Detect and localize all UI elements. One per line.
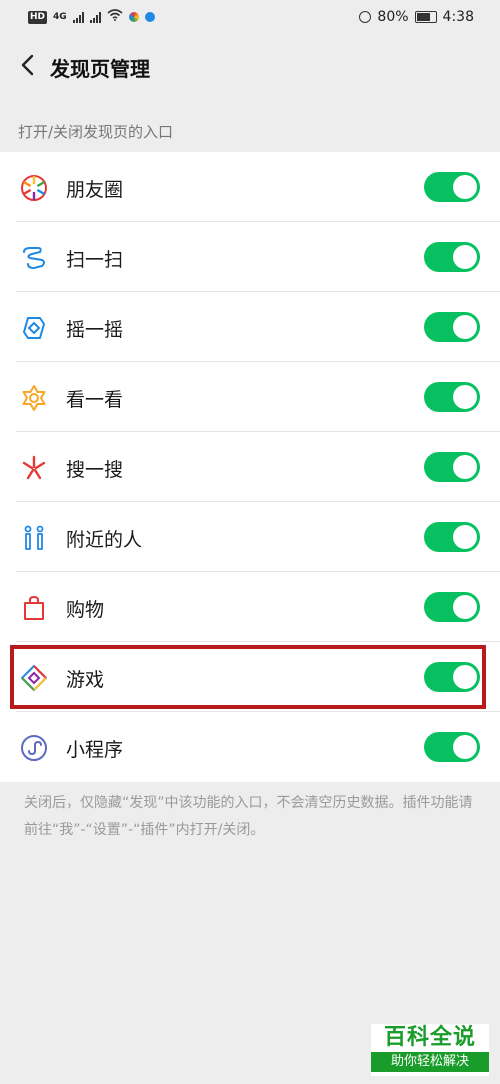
search-star-icon [20, 454, 48, 482]
signal-icon [72, 11, 84, 23]
top-stories-toggle[interactable] [424, 382, 480, 412]
highlight-box [10, 645, 486, 709]
scan-toggle[interactable] [424, 242, 480, 272]
item-label: 朋友圈 [66, 179, 124, 201]
alarm-icon [359, 11, 372, 23]
list-item-moments: 朋友圈 [0, 152, 500, 222]
wifi-icon [107, 9, 123, 25]
people-nearby-icon [20, 524, 48, 552]
hd-badge: HD [28, 10, 48, 24]
list-item-scan: 扫一扫 [0, 222, 500, 292]
watermark-subtitle: 助你轻松解决 [371, 1052, 489, 1072]
toggle-knob [453, 245, 477, 269]
item-label: 看一看 [66, 389, 124, 411]
header: 发现页管理 [0, 36, 500, 98]
chevron-left-icon [20, 54, 34, 80]
toggle-knob [453, 315, 477, 339]
network-label: 4G [53, 12, 67, 22]
browser-notification-icon [144, 12, 155, 22]
mini-programs-toggle[interactable] [424, 732, 480, 762]
search-toggle[interactable] [424, 452, 480, 482]
watermark-title: 百科全说 [383, 1025, 476, 1050]
page-title: 发现页管理 [50, 57, 150, 81]
toggle-knob [453, 385, 477, 409]
app-notification-icon [128, 12, 139, 22]
toggle-knob [453, 525, 477, 549]
scan-icon [20, 244, 48, 272]
people-nearby-toggle[interactable] [424, 522, 480, 552]
mini-programs-icon [20, 734, 48, 762]
clock: 4:38 [442, 9, 474, 25]
signal-icon-2 [89, 11, 101, 23]
top-stories-icon [20, 384, 48, 412]
list-item-search: 搜一搜 [0, 432, 500, 502]
list-item-people-nearby: 附近的人 [0, 502, 500, 572]
toggle-knob [453, 735, 477, 759]
list-item-top-stories: 看一看 [0, 362, 500, 432]
back-button[interactable] [12, 50, 42, 84]
footnote: 关闭后，仅隐藏“发现”中该功能的入口，不会清空历史数据。插件功能请前往“我”-“… [24, 795, 473, 838]
battery-icon [414, 11, 437, 23]
shopping-bag-icon [20, 594, 48, 622]
moments-icon [20, 174, 48, 202]
item-label: 小程序 [66, 739, 124, 761]
shake-icon [20, 314, 48, 342]
item-label: 搜一搜 [66, 459, 124, 481]
shopping-toggle[interactable] [424, 592, 480, 622]
item-label: 扫一扫 [66, 249, 124, 271]
list-item-shopping: 购物 [0, 572, 500, 642]
item-label: 附近的人 [66, 529, 143, 551]
toggle-knob [453, 175, 477, 199]
status-bar-left: HD 4G [28, 9, 155, 25]
status-bar-right: 80% 4:38 [359, 9, 474, 25]
moments-toggle[interactable] [424, 172, 480, 202]
watermark-logo: 百科全说 助你轻松解决 [371, 1024, 489, 1076]
toggle-knob [453, 595, 477, 619]
item-label: 购物 [66, 599, 105, 621]
section-label: 打开/关闭发现页的入口 [18, 123, 174, 141]
toggle-knob [453, 455, 477, 479]
item-label: 摇一摇 [66, 319, 124, 341]
list-item-mini-programs: 小程序 [0, 712, 500, 782]
shake-toggle[interactable] [424, 312, 480, 342]
battery-percent: 80% [377, 9, 409, 25]
list-item-shake: 摇一摇 [0, 292, 500, 362]
status-bar: HD 4G 80% 4:38 [0, 0, 500, 36]
